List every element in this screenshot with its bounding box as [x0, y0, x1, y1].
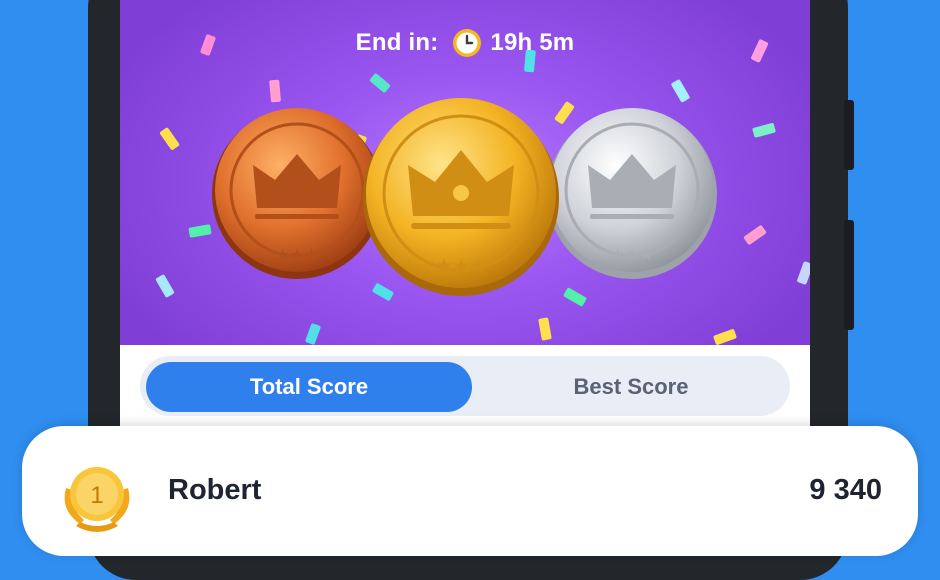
leaderboard-banner: End in: 19h 5m ★★★ ★★★ ★★★: [120, 0, 810, 345]
svg-text:★★★: ★★★: [610, 245, 653, 264]
bronze-medal: ★★★: [212, 108, 382, 279]
gold-medal: ★★★: [363, 98, 559, 296]
silver-medal: ★★★: [547, 108, 717, 279]
svg-text:★★★: ★★★: [275, 245, 318, 264]
user-score: 9 340: [809, 474, 882, 506]
phone-side-button: [844, 100, 854, 170]
svg-text:★★★: ★★★: [435, 255, 486, 277]
medals-illustration: ★★★ ★★★ ★★★: [212, 98, 717, 296]
phone-side-button: [844, 220, 854, 330]
rank-number: 1: [90, 482, 103, 509]
tab-best-score[interactable]: Best Score: [472, 362, 790, 412]
user-name: Robert: [168, 474, 262, 506]
gold-laurel-badge-icon: 1: [64, 467, 130, 532]
score-type-toggle: Total Score Best Score: [140, 356, 790, 416]
tab-total-score[interactable]: Total Score: [146, 362, 472, 412]
current-user-row[interactable]: 1 Robert 9 340: [22, 426, 918, 556]
